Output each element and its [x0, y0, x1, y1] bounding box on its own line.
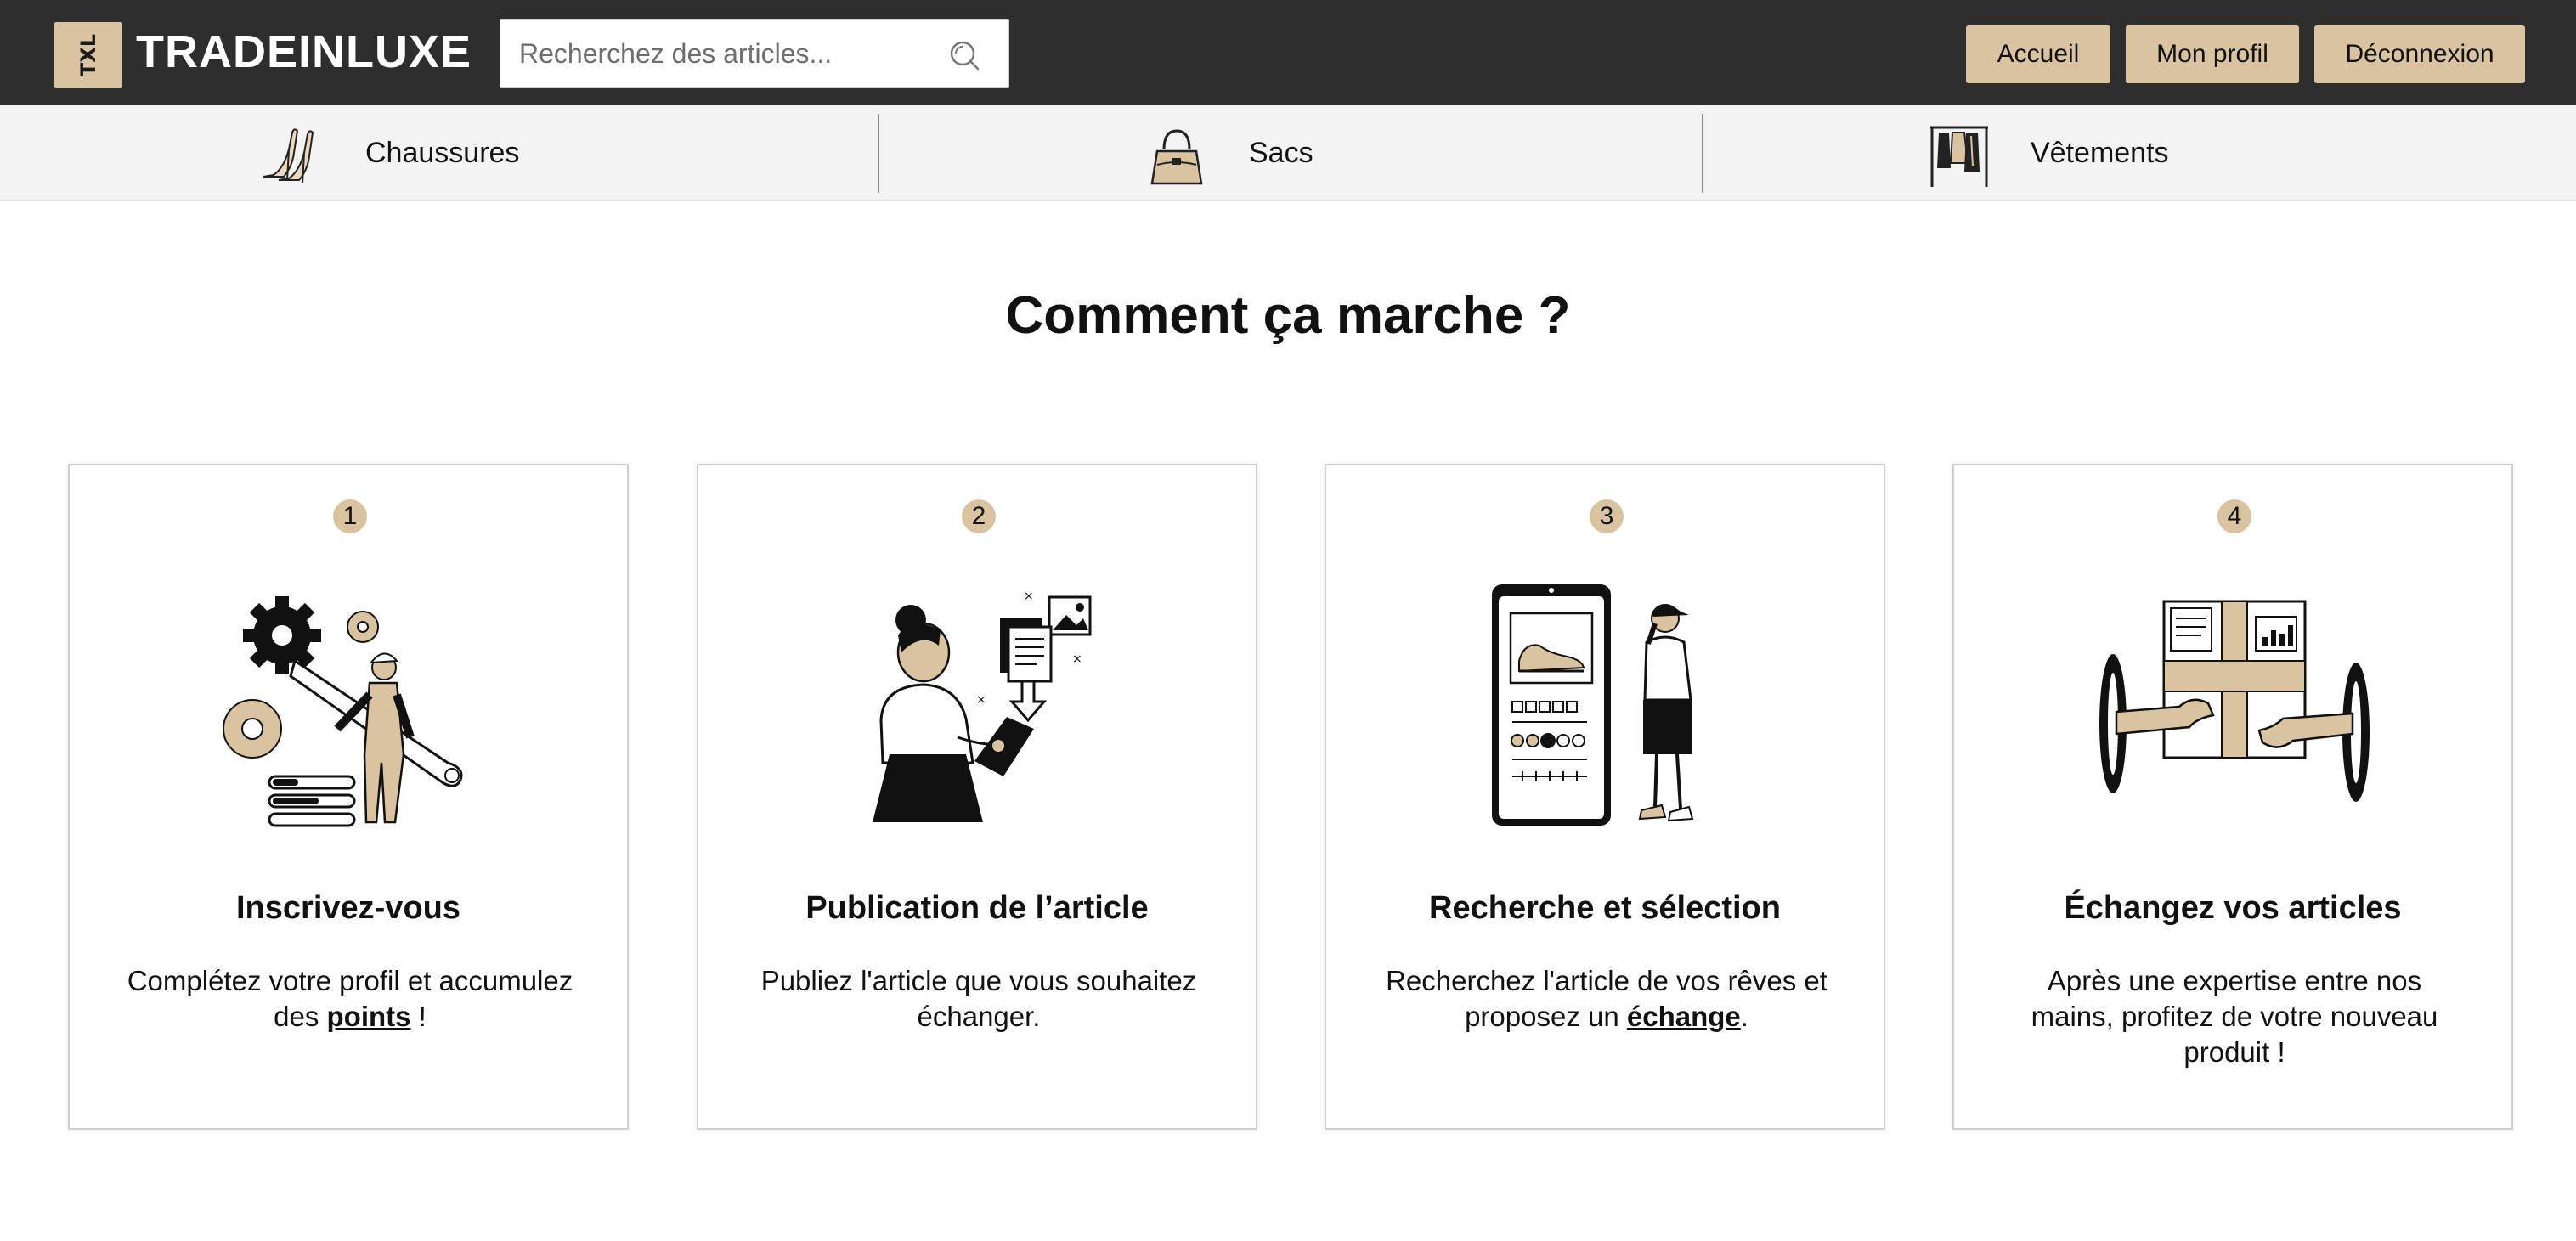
step-card: 1 Inscrivez-vous Complétez votre profil …	[68, 464, 629, 1130]
category-shoes[interactable]: Chaussures	[255, 105, 519, 201]
svg-text:×: ×	[1072, 652, 1082, 666]
top-header: TXL TRADEINLUXE Accueil Mon profil Décon…	[0, 0, 2576, 105]
step-title: Inscrivez-vous	[236, 890, 460, 926]
step-title: Publication de l’article	[805, 890, 1149, 926]
handbag-icon	[1150, 128, 1203, 184]
logo[interactable]: TXL	[54, 22, 122, 88]
category-label: Vêtements	[2031, 137, 2169, 169]
brand-name[interactable]: TRADEINLUXE	[136, 25, 472, 78]
step-title: Recherche et sélection	[1429, 890, 1781, 926]
category-divider	[1702, 114, 1703, 193]
points-link[interactable]: points	[327, 1001, 411, 1032]
step-title: Échangez vos articles	[2064, 890, 2402, 926]
man-phone-shoe-illustration	[1492, 584, 1694, 826]
logo-mark: TXL	[76, 33, 100, 77]
step-text: Publiez l'article que vous souhaitez éch…	[760, 965, 1197, 1032]
svg-text:×: ×	[976, 693, 986, 707]
step-text-end: !	[410, 1001, 427, 1032]
category-bar: Chaussures Sacs Vêtements	[0, 105, 2576, 201]
heels-icon	[263, 127, 314, 183]
hands-exchange-box-illustration	[2099, 600, 2370, 802]
woman-uploading-illustration: × × ×	[873, 589, 1092, 822]
step-card: 2 × × × Publication de l’article Publiez…	[697, 464, 1257, 1130]
step-text-end: .	[1740, 1001, 1748, 1032]
page-title: Comment ça marche ?	[1005, 286, 1571, 345]
step-description: Publiez l'article que vous souhaitez éch…	[749, 963, 1208, 1035]
step-card: 4 Échangez vos articles Après une expert…	[1952, 464, 2513, 1130]
step-description: Après une expertise entre nos mains, pro…	[2005, 963, 2464, 1070]
home-button[interactable]: Accueil	[1966, 25, 2110, 83]
step-description: Recherchez l'article de vos rêves et pro…	[1377, 963, 1836, 1035]
clothes-rack-icon	[1930, 126, 1988, 187]
profile-button[interactable]: Mon profil	[2126, 25, 2299, 83]
logout-button[interactable]: Déconnexion	[2314, 25, 2525, 83]
category-divider	[878, 114, 879, 193]
step-description: Complétez votre profil et accumulez des …	[121, 963, 579, 1035]
step-number-badge: 4	[2217, 499, 2251, 533]
category-label: Chaussures	[365, 137, 520, 169]
svg-text:×: ×	[1024, 589, 1034, 603]
search-icon[interactable]	[947, 38, 981, 72]
category-bags[interactable]: Sacs	[1138, 105, 1313, 201]
step-number-badge: 3	[1590, 499, 1624, 533]
step-text: Après une expertise entre nos mains, pro…	[2031, 965, 2438, 1068]
search-input[interactable]	[500, 20, 925, 87]
worker-with-gears-illustration	[223, 596, 463, 827]
step-text: Recherchez l'article de vos rêves et pro…	[1386, 965, 1827, 1032]
category-label: Sacs	[1249, 137, 1313, 169]
search-bar	[500, 19, 1009, 88]
step-card: 3 Recherche et sélection Recherchez l'ar…	[1325, 464, 1885, 1130]
step-number-badge: 1	[333, 499, 367, 533]
category-clothes[interactable]: Vêtements	[1920, 105, 2169, 201]
step-number-badge: 2	[962, 499, 996, 533]
exchange-link[interactable]: échange	[1627, 1001, 1741, 1032]
